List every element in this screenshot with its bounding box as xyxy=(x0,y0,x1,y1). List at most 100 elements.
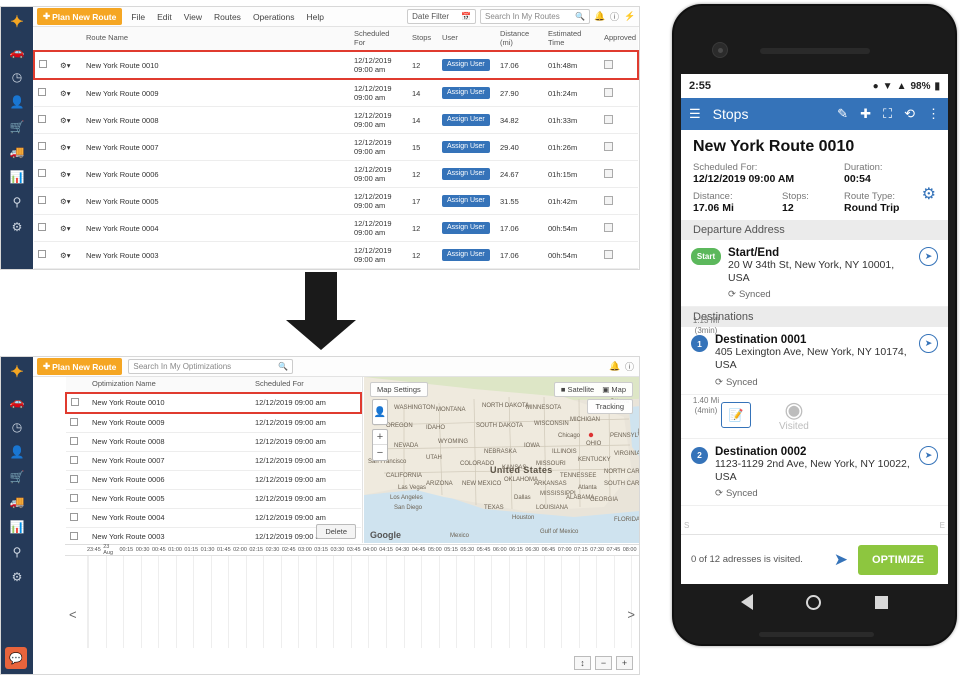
list-item[interactable]: Start Start/End 20 W 34th St, New York, … xyxy=(681,240,948,308)
plan-new-route-button[interactable]: ✚ Plan New Route xyxy=(37,8,123,25)
row-checkbox[interactable] xyxy=(34,133,56,162)
sidebar-item-users-2[interactable]: 👤 xyxy=(5,441,29,462)
th-scheduled-for[interactable]: Scheduled For xyxy=(350,27,408,52)
row-checkbox[interactable] xyxy=(34,160,56,189)
timeline-grid[interactable] xyxy=(87,556,633,648)
sidebar-item-settings[interactable]: ⚙ xyxy=(5,216,29,237)
timeline-fit-button[interactable]: ↕ xyxy=(574,656,591,670)
optimizations-map[interactable]: United States WASHINGTON MONTANA NORTH D… xyxy=(364,377,639,543)
timeline-pane[interactable]: 23:45 23 Aug 00:15 00:30 00:45 01:00 01:15 01:3… xyxy=(65,544,639,674)
menu-icon[interactable]: ☰ xyxy=(689,106,701,122)
table-row[interactable]: New York Route 0009 12/12/2019 09:00 am xyxy=(66,412,361,433)
table-row[interactable]: ⚙▾ New York Route 0006 12/12/2019 09:00 am 1… xyxy=(34,160,638,189)
sidebar-item-clock-2[interactable]: ◷ xyxy=(5,416,29,437)
row-checkbox[interactable] xyxy=(34,187,56,216)
row-checkbox[interactable] xyxy=(66,508,88,528)
search-icon-2[interactable]: 🔍 xyxy=(278,362,288,371)
sidebar-item-vehicles[interactable]: 🚚 xyxy=(5,141,29,162)
row-checkbox[interactable] xyxy=(66,527,88,543)
chat-support-icon[interactable]: 💬 xyxy=(5,647,27,669)
add-note-icon[interactable]: 📝 xyxy=(721,402,751,428)
bell-icon[interactable]: 🔔 xyxy=(594,11,605,22)
info-icon[interactable]: ⓘ xyxy=(609,10,620,23)
map-type-control[interactable]: ■ Satellite ▣ Map xyxy=(553,382,633,397)
row-actions[interactable]: ⚙▾ xyxy=(56,241,82,269)
row-checkbox[interactable] xyxy=(34,79,56,108)
menu-routes[interactable]: Routes xyxy=(211,12,244,22)
refresh-icon[interactable]: ⟲ xyxy=(904,106,915,122)
menu-file[interactable]: File xyxy=(128,12,148,22)
cell-user[interactable]: Assign User xyxy=(438,241,496,269)
info-icon-2[interactable]: ⓘ xyxy=(624,360,635,373)
android-back-button[interactable] xyxy=(740,594,753,610)
edit-icon[interactable]: ✎ xyxy=(837,106,848,122)
cell-approved[interactable] xyxy=(600,106,638,135)
map-type-map[interactable]: ▣ Map xyxy=(602,385,626,394)
sidebar-item-reports-2[interactable]: 📊 xyxy=(5,516,29,537)
row-checkbox[interactable] xyxy=(66,489,88,509)
gear-icon[interactable]: ⚙ xyxy=(922,184,936,204)
th-route-name[interactable]: Route Name xyxy=(82,27,350,52)
overflow-icon[interactable]: ⋮ xyxy=(927,106,940,122)
sidebar-item-map[interactable]: ⚲ xyxy=(5,191,29,212)
menu-edit[interactable]: Edit xyxy=(154,12,175,22)
search-optimizations-input[interactable]: Search In My Optimizations 🔍 xyxy=(128,359,294,374)
optimize-button[interactable]: OPTIMIZE xyxy=(858,544,938,575)
cell-user[interactable]: Assign User xyxy=(438,106,496,135)
add-icon[interactable]: ✚ xyxy=(860,106,871,122)
calendar-icon[interactable]: 📅 xyxy=(461,12,471,21)
cell-user[interactable]: Assign User xyxy=(438,50,496,81)
row-checkbox[interactable] xyxy=(66,432,88,452)
street-view-pegman-icon[interactable]: 👤 xyxy=(372,399,388,425)
table-row[interactable]: ⚙▾ New York Route 0004 12/12/2019 09:00 am 1… xyxy=(34,214,638,243)
table-row[interactable]: ⚙▾ New York Route 0003 12/12/2019 09:00 am 1… xyxy=(34,241,638,269)
sidebar-item-vehicles-2[interactable]: 🚚 xyxy=(5,491,29,512)
row-actions[interactable]: ⚙▾ xyxy=(56,79,82,108)
sidebar-item-routes-2[interactable]: 🚗 xyxy=(5,391,29,412)
map-settings-button[interactable]: Map Settings xyxy=(370,382,428,397)
cell-approved[interactable] xyxy=(600,79,638,108)
row-checkbox[interactable] xyxy=(34,241,56,269)
sidebar-item-map-2[interactable]: ⚲ xyxy=(5,541,29,562)
row-checkbox[interactable] xyxy=(66,412,88,433)
search-routes-input[interactable]: Search In My Routes 🔍 xyxy=(480,9,590,24)
cell-approved[interactable] xyxy=(600,133,638,162)
directions-icon[interactable]: ➤ xyxy=(919,445,938,465)
th-opt-name[interactable]: Optimization Name xyxy=(88,377,251,394)
sidebar-item-reports[interactable]: 📊 xyxy=(5,166,29,187)
table-row[interactable]: ⚙▾ New York Route 0008 12/12/2019 09:00 am 1… xyxy=(34,106,638,135)
row-checkbox[interactable] xyxy=(34,214,56,243)
row-checkbox[interactable] xyxy=(65,391,88,414)
directions-icon[interactable]: ➤ xyxy=(919,334,938,354)
table-row[interactable]: ⚙▾ New York Route 0010 12/12/2019 09:00 am 1… xyxy=(33,50,639,81)
menu-help[interactable]: Help xyxy=(304,12,327,22)
timeline-zoom-out-button[interactable]: − xyxy=(595,656,612,670)
delete-button[interactable]: Delete xyxy=(316,524,356,539)
table-row[interactable]: ⚙▾ New York Route 0005 12/12/2019 09:00 am 1… xyxy=(34,187,638,216)
cell-user[interactable]: Assign User xyxy=(438,133,496,162)
lightning-icon[interactable]: ⚡ xyxy=(624,11,635,22)
list-item[interactable]: 1 Destination 0001 405 Lexington Ave, Ne… xyxy=(681,327,948,395)
th-distance[interactable]: Distance (mi) xyxy=(496,27,544,52)
row-actions[interactable]: ⚙▾ xyxy=(56,214,82,243)
cell-approved[interactable] xyxy=(600,187,638,216)
th-opt-select[interactable] xyxy=(66,377,88,394)
sidebar-item-settings-2[interactable]: ⚙ xyxy=(5,566,29,587)
th-approved[interactable]: Approved xyxy=(600,27,638,52)
table-row[interactable]: New York Route 0010 12/12/2019 09:00 am xyxy=(65,391,362,414)
cell-user[interactable]: Assign User xyxy=(438,214,496,243)
plan-new-route-button-2[interactable]: ✚ Plan New Route xyxy=(37,358,123,375)
navigate-icon[interactable]: ➤ xyxy=(834,550,848,570)
sidebar-item-orders[interactable]: 🛒 xyxy=(5,116,29,137)
row-checkbox[interactable] xyxy=(34,268,56,269)
sidebar-item-routes[interactable]: 🚗 xyxy=(5,41,29,62)
list-item[interactable]: 2 Destination 0002 1123-1129 2nd Ave, Ne… xyxy=(681,437,948,506)
th-stops[interactable]: Stops xyxy=(408,27,438,52)
cell-user[interactable]: Assign User xyxy=(438,79,496,108)
map-icon[interactable]: ⛶ xyxy=(883,106,892,122)
th-select[interactable] xyxy=(34,27,56,52)
table-row[interactable]: New York Route 0008 12/12/2019 09:00 am xyxy=(66,432,361,452)
row-checkbox[interactable] xyxy=(66,470,88,490)
sidebar-item-users[interactable]: 👤 xyxy=(5,91,29,112)
cell-approved[interactable] xyxy=(600,241,638,269)
